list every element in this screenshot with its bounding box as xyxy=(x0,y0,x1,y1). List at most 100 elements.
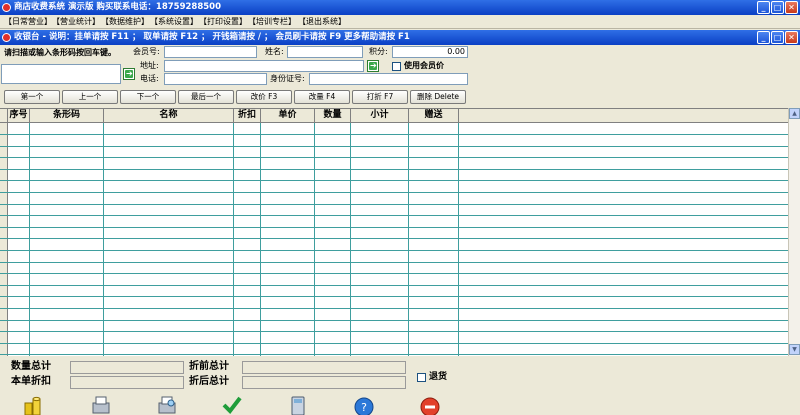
menu-data-maintenance[interactable]: 【数据维护】 xyxy=(101,16,149,28)
delete-button[interactable]: 删除 Delete xyxy=(410,90,466,104)
change-quantity-button[interactable]: 改量 F4 xyxy=(294,90,350,104)
exit-icon[interactable] xyxy=(419,395,441,415)
maximize-button[interactable]: □ xyxy=(771,1,784,14)
sales-table[interactable]: 序号 条形码 名称 折扣 单价 数量 小计 赠送 xyxy=(0,108,800,356)
cashier-title-bar: 收银台 - 说明：挂单请按 F11 ； 取单请按 F12 ； 开钱箱请按 / ；… xyxy=(0,30,800,45)
phone-input[interactable] xyxy=(164,73,267,85)
table-column-line xyxy=(458,123,459,356)
order-discount-label: 本单折扣 xyxy=(11,376,51,387)
id-number-label: 身份证号: xyxy=(270,74,305,83)
app-icon xyxy=(2,3,11,12)
table-column-line xyxy=(260,123,261,356)
svg-text:?: ? xyxy=(361,401,367,414)
table-row-line xyxy=(0,250,800,251)
col-header-index[interactable]: 序号 xyxy=(8,109,30,123)
previous-record-button[interactable]: 上一个 xyxy=(62,90,118,104)
table-row-line xyxy=(0,157,800,158)
table-row-line xyxy=(0,343,800,344)
address-input[interactable] xyxy=(164,60,364,72)
col-header-name[interactable]: 名称 xyxy=(104,109,234,123)
table-row-line xyxy=(0,180,800,181)
menu-business-stats[interactable]: 【营业统计】 xyxy=(52,16,100,28)
col-header-unit-price[interactable]: 单价 xyxy=(261,109,315,123)
table-row-line xyxy=(0,354,800,355)
col-header-filler xyxy=(459,109,788,123)
order-discount-field xyxy=(70,376,184,389)
child-minimize-button[interactable]: _ xyxy=(757,31,770,44)
table-vertical-scrollbar[interactable]: ▲ ▼ xyxy=(788,108,800,356)
table-column-line xyxy=(29,123,30,356)
help-icon[interactable]: ? xyxy=(353,395,375,415)
member-go-button[interactable]: ➔ xyxy=(367,60,379,72)
calculator-icon[interactable] xyxy=(287,395,309,415)
col-header-subtotal[interactable]: 小计 xyxy=(351,109,409,123)
menu-print-settings[interactable]: 【打印设置】 xyxy=(199,16,247,28)
menu-training[interactable]: 【培训专栏】 xyxy=(248,16,296,28)
table-row-line xyxy=(0,285,800,286)
table-row-line xyxy=(0,262,800,263)
scroll-down-arrow-icon[interactable]: ▼ xyxy=(789,344,800,355)
table-column-line xyxy=(408,123,409,356)
menu-system-settings[interactable]: 【系统设置】 xyxy=(150,16,198,28)
close-button[interactable]: ✕ xyxy=(785,1,798,14)
last-record-button[interactable]: 最后一个 xyxy=(178,90,234,104)
points-field: 0.00 xyxy=(392,46,468,58)
use-member-price-checkbox[interactable] xyxy=(392,62,401,71)
points-label: 积分: xyxy=(369,47,388,56)
col-header-discount[interactable]: 折扣 xyxy=(234,109,261,123)
member-no-label: 会员号: xyxy=(133,47,160,56)
arrow-right-icon: ➔ xyxy=(370,61,377,70)
id-number-input[interactable] xyxy=(309,73,468,85)
table-row-line xyxy=(0,308,800,309)
first-record-button[interactable]: 第一个 xyxy=(4,90,60,104)
table-row-line xyxy=(0,204,800,205)
menu-bar: 【日常营业】 【营业统计】 【数据维护】 【系统设置】 【打印设置】 【培训专栏… xyxy=(0,15,800,29)
col-header-gift[interactable]: 赠送 xyxy=(409,109,459,123)
row-header-corner xyxy=(0,109,8,123)
table-row-line xyxy=(0,320,800,321)
table-row-line xyxy=(0,227,800,228)
table-row-line xyxy=(0,273,800,274)
barcode-go-button[interactable]: ➔ xyxy=(123,68,135,80)
change-price-button[interactable]: 改价 F3 xyxy=(236,90,292,104)
post-discount-total-field xyxy=(242,376,406,389)
printer-icon[interactable] xyxy=(90,395,112,415)
qty-total-label: 数量总计 xyxy=(11,361,51,372)
col-header-quantity[interactable]: 数量 xyxy=(315,109,351,123)
table-row-line xyxy=(0,238,800,239)
main-title-bar: 商店收费系统 演示版 购买联系电话：18759288500 _ □ ✕ xyxy=(0,0,800,15)
table-row-line xyxy=(0,215,800,216)
child-close-button[interactable]: ✕ xyxy=(785,31,798,44)
discount-button[interactable]: 打折 F7 xyxy=(352,90,408,104)
minimize-button[interactable]: _ xyxy=(757,1,770,14)
pre-discount-total-field xyxy=(242,361,406,374)
return-checkbox[interactable] xyxy=(417,373,426,382)
table-column-line xyxy=(350,123,351,356)
table-row-line xyxy=(0,296,800,297)
address-label: 地址: xyxy=(140,61,159,70)
barcode-input[interactable] xyxy=(1,64,121,84)
qty-total-field xyxy=(70,361,184,374)
arrow-right-icon: ➔ xyxy=(126,69,133,78)
use-member-price-label: 使用会员价 xyxy=(404,61,444,70)
name-label: 姓名: xyxy=(265,47,284,56)
next-record-button[interactable]: 下一个 xyxy=(120,90,176,104)
cashier-icon xyxy=(2,33,11,42)
menu-exit-system[interactable]: 【退出系统】 xyxy=(298,16,346,28)
scroll-up-arrow-icon[interactable]: ▲ xyxy=(789,108,800,119)
child-maximize-button[interactable]: □ xyxy=(771,31,784,44)
app-root: 商店收费系统 演示版 购买联系电话：18759288500 _ □ ✕ 【日常营… xyxy=(0,0,800,415)
name-input[interactable] xyxy=(287,46,363,58)
col-header-barcode[interactable]: 条形码 xyxy=(30,109,104,123)
menu-daily-business[interactable]: 【日常营业】 xyxy=(4,16,52,28)
member-no-input[interactable] xyxy=(164,46,257,58)
coins-icon[interactable] xyxy=(22,395,44,415)
table-row-line xyxy=(0,192,800,193)
print-preview-icon[interactable] xyxy=(156,395,178,415)
return-label: 退货 xyxy=(429,372,448,382)
table-row-line xyxy=(0,134,800,135)
table-column-line xyxy=(314,123,315,356)
pre-discount-total-label: 折前总计 xyxy=(189,361,229,372)
checkmark-icon[interactable] xyxy=(221,395,243,415)
main-window-title: 商店收费系统 演示版 购买联系电话：18759288500 xyxy=(14,2,221,12)
